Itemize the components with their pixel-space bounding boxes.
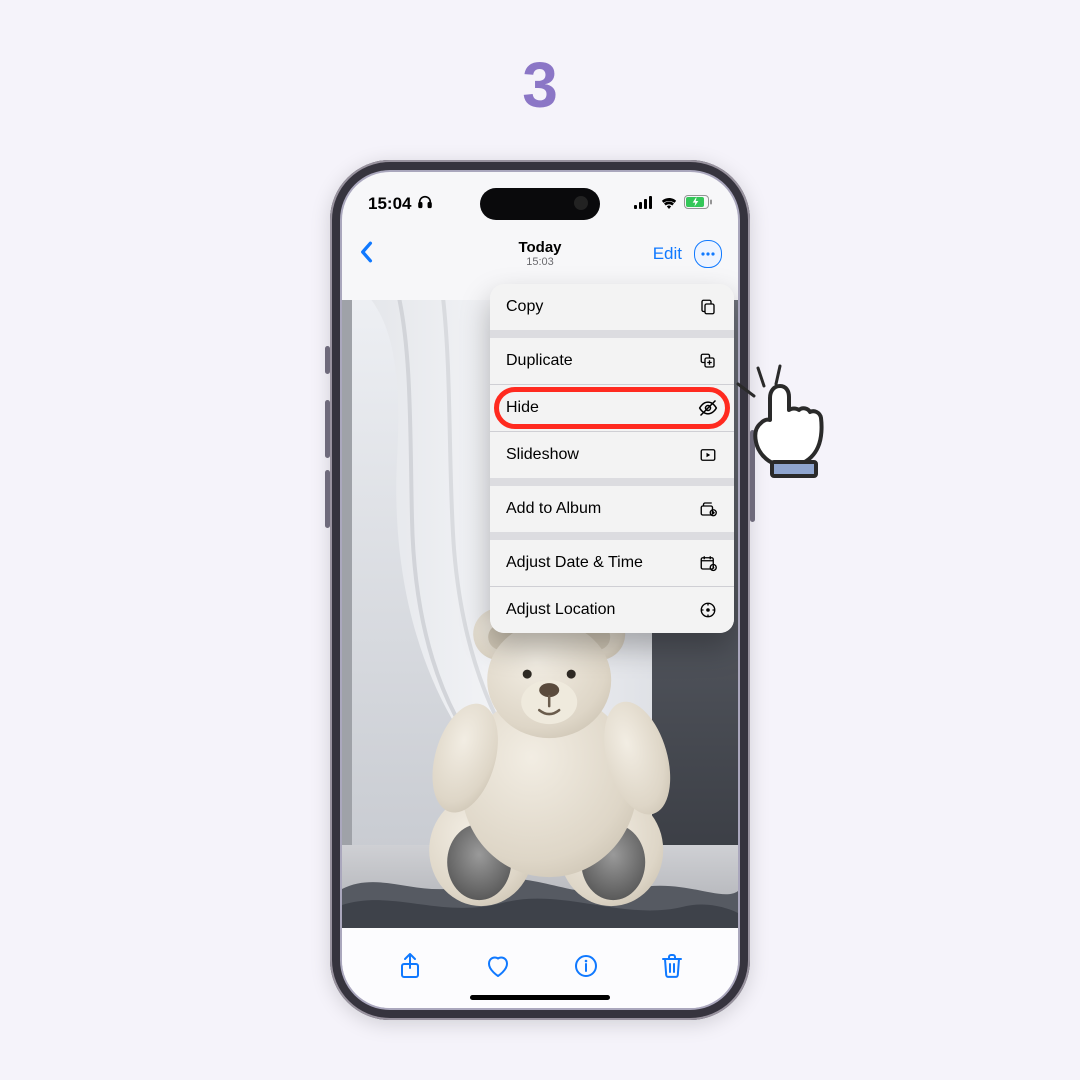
context-menu: Copy Duplicate Hide	[490, 284, 734, 633]
volume-up-button[interactable]	[325, 400, 330, 458]
slideshow-icon	[698, 445, 718, 465]
nav-bar: Today 15:03 Edit	[342, 228, 738, 280]
menu-item-label: Adjust Date & Time	[506, 554, 643, 572]
home-indicator[interactable]	[470, 995, 610, 1000]
calendar-icon	[698, 553, 718, 573]
menu-item-label: Add to Album	[506, 500, 601, 518]
menu-item-copy[interactable]: Copy	[490, 284, 734, 330]
menu-item-add-to-album[interactable]: Add to Album	[490, 486, 734, 532]
volume-down-button[interactable]	[325, 470, 330, 528]
mute-switch[interactable]	[325, 346, 330, 374]
wifi-icon	[660, 194, 678, 214]
menu-item-slideshow[interactable]: Slideshow	[490, 431, 734, 478]
menu-item-hide[interactable]: Hide	[490, 384, 734, 431]
phone-screen: 15:04	[342, 172, 738, 1008]
battery-icon	[684, 194, 712, 214]
favorite-button[interactable]	[485, 954, 511, 983]
menu-item-label: Slideshow	[506, 446, 579, 464]
menu-item-duplicate[interactable]: Duplicate	[490, 338, 734, 384]
album-icon	[698, 499, 718, 519]
headphones-icon	[417, 194, 433, 215]
status-time: 15:04	[368, 194, 411, 214]
tap-hand-illustration	[724, 360, 844, 480]
menu-item-label: Adjust Location	[506, 601, 615, 619]
nav-subtitle: 15:03	[342, 256, 738, 268]
delete-button[interactable]	[661, 953, 683, 984]
signal-icon	[634, 194, 654, 214]
menu-item-adjust-location[interactable]: Adjust Location	[490, 586, 734, 633]
info-button[interactable]	[574, 954, 598, 983]
share-button[interactable]	[398, 952, 422, 985]
copy-icon	[698, 297, 718, 317]
step-number: 3	[0, 48, 1080, 122]
nav-title: Today	[342, 240, 738, 256]
menu-item-adjust-datetime[interactable]: Adjust Date & Time	[490, 540, 734, 586]
menu-item-label: Copy	[506, 298, 543, 316]
menu-item-label: Hide	[506, 399, 539, 417]
hide-icon	[698, 398, 718, 418]
duplicate-icon	[698, 351, 718, 371]
menu-item-label: Duplicate	[506, 352, 573, 370]
phone-frame: 15:04	[330, 160, 750, 1020]
dynamic-island	[480, 188, 600, 220]
location-icon	[698, 600, 718, 620]
